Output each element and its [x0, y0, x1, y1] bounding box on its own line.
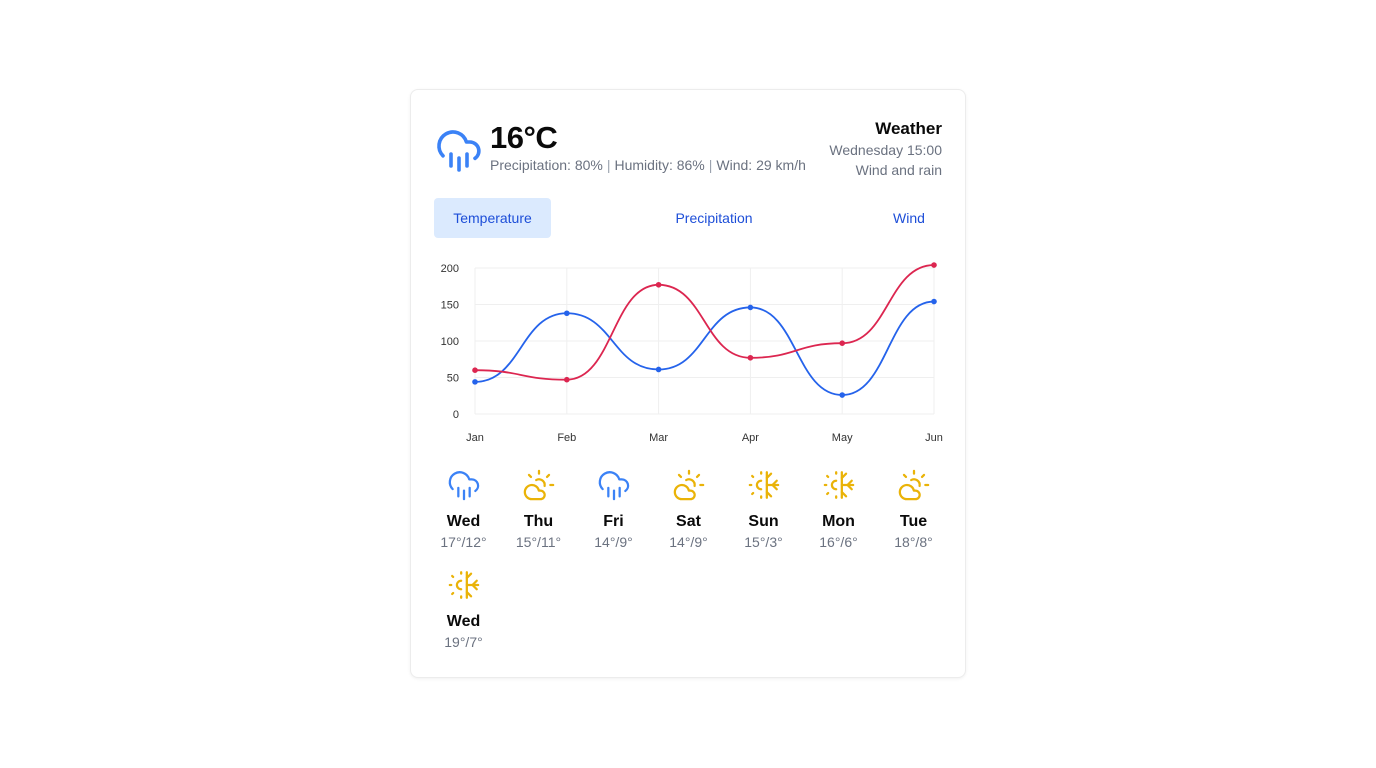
- widget-title: Weather: [875, 119, 942, 138]
- precipitation-stat: Precipitation: 80%: [490, 157, 603, 173]
- stat-separator: |: [708, 157, 713, 173]
- series-point-2: [747, 354, 754, 361]
- forecast-day: Wed 17°/12°: [426, 468, 501, 552]
- forecast-day-temps: 17°/12°: [440, 534, 487, 550]
- y-tick-label: 100: [441, 336, 459, 348]
- current-temperature: 16°C: [490, 120, 558, 155]
- forecast-day-name: Mon: [822, 513, 855, 530]
- x-tick-label: Jun: [925, 432, 943, 444]
- cloud-icon: [673, 469, 704, 501]
- forecast-day-name: Tue: [899, 513, 928, 530]
- series-point-2: [839, 340, 845, 346]
- header-info: Weather Wednesday 15:00 Wind and rain: [829, 118, 942, 180]
- forecast-day-temps: 14°/9°: [594, 534, 633, 550]
- x-tick-label: Feb: [557, 432, 576, 444]
- forecast-day: Sun 15°/3°: [726, 468, 801, 552]
- rain-icon: [437, 130, 481, 172]
- forecast-day-temps: 14°/9°: [669, 534, 708, 550]
- forecast-day-temps: 15°/11°: [515, 534, 562, 550]
- x-tick-label: Apr: [742, 432, 759, 444]
- forecast-day-temps: 16°/6°: [819, 534, 858, 550]
- forecast-day-temps: 18°/8°: [894, 534, 933, 550]
- cloud-icon: [898, 469, 929, 501]
- forecast-day: Tue 18°/8°: [876, 468, 951, 552]
- forecast-day-temps: 15°/3°: [744, 534, 783, 550]
- series-point-2: [472, 367, 478, 373]
- condition: Wind and rain: [855, 162, 942, 178]
- rain-icon: [598, 471, 629, 501]
- tab-bar: Temperature Precipitation Wind: [434, 198, 944, 238]
- forecast-day-name: Thu: [523, 513, 554, 530]
- series-point-1: [655, 366, 662, 373]
- cloud-icon: [523, 469, 554, 501]
- x-tick-label: Mar: [649, 432, 668, 444]
- current-stats: Precipitation: 80% | Humidity: 86% | Wind: 2…: [490, 157, 806, 173]
- datetime: Wednesday 15:00: [829, 142, 942, 158]
- forecast-day: Mon 16°/6°: [801, 468, 876, 552]
- series-point-2: [931, 262, 937, 268]
- series-point-2: [564, 376, 570, 383]
- stat-separator: |: [606, 157, 611, 173]
- tab-precipitation[interactable]: Precipitation: [656, 198, 772, 238]
- weather-card: 16°C Precipitation: 80% | Humidity: 86% | Wi…: [410, 89, 966, 678]
- forecast-day-name: Fri: [603, 513, 624, 530]
- forecast-day-name: Wed: [446, 513, 481, 530]
- tab-wind[interactable]: Wind: [874, 198, 944, 238]
- sun-snow-icon: [823, 471, 854, 499]
- series-point-1: [747, 304, 754, 311]
- series-line-1: [474, 300, 935, 396]
- forecast-day: Sat 14°/9°: [651, 468, 726, 552]
- series-point-1: [839, 392, 845, 398]
- x-tick-label: Jan: [466, 432, 484, 444]
- tab-temperature[interactable]: Temperature: [434, 198, 551, 238]
- y-tick-label: 50: [447, 373, 459, 385]
- x-tick-label: May: [832, 432, 853, 444]
- y-tick-label: 150: [441, 300, 459, 312]
- sun-snow-icon: [748, 471, 779, 499]
- sun-snow-icon: [448, 571, 479, 599]
- forecast-day: Fri 14°/9°: [576, 468, 651, 552]
- temperature-chart: 0 50 100 150 200 Jan Feb Mar Apr May Jun: [441, 262, 943, 444]
- series-line-2: [474, 264, 935, 381]
- forecast-day: Thu 15°/11°: [501, 468, 576, 552]
- forecast-day-temps: 19°/7°: [444, 634, 483, 650]
- series-point-2: [655, 281, 662, 288]
- y-tick-label: 200: [441, 263, 459, 275]
- forecast-day-name: Sat: [676, 513, 701, 530]
- forecast-day-name: Wed: [446, 613, 481, 630]
- y-tick-label: 0: [453, 409, 459, 421]
- wind-stat: Wind: 29 km/h: [716, 157, 806, 173]
- forecast-day: Wed 19°/7°: [426, 568, 501, 652]
- rain-icon: [448, 471, 479, 501]
- series-point-1: [564, 310, 570, 317]
- series-point-1: [931, 298, 937, 305]
- humidity-stat: Humidity: 86%: [614, 157, 705, 173]
- forecast-day-name: Sun: [748, 513, 779, 530]
- series-point-1: [472, 379, 478, 385]
